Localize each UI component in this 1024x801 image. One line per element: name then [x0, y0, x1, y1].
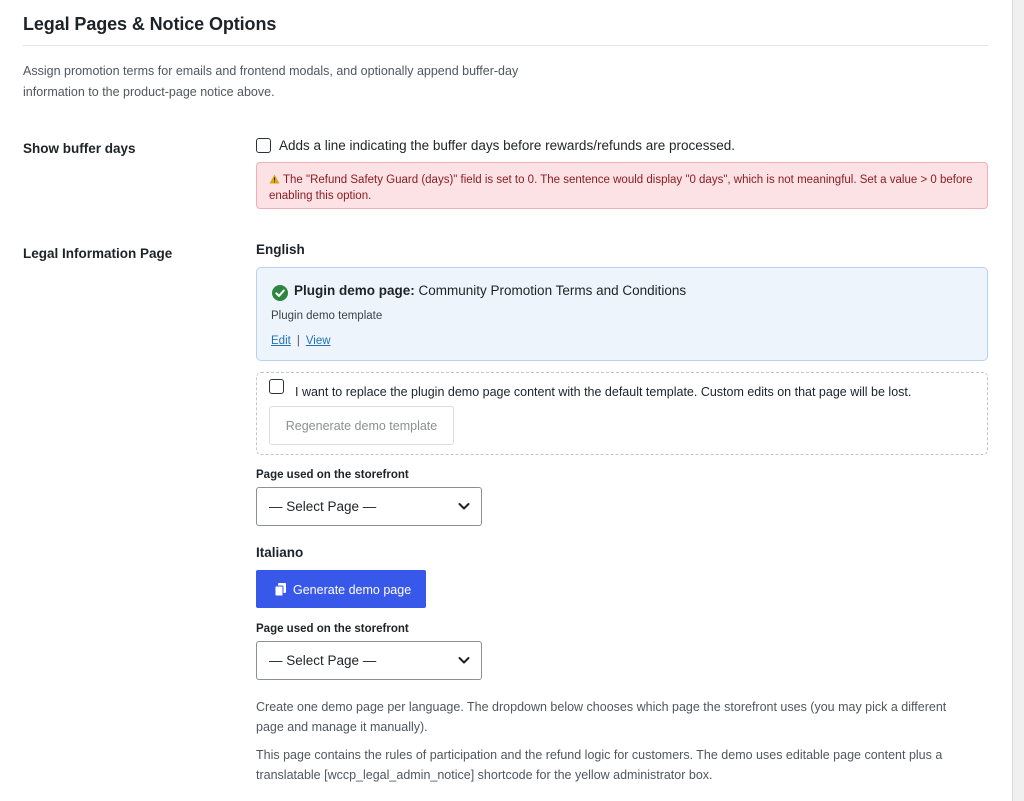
- replace-content-text: I want to replace the plugin demo page c…: [295, 385, 912, 399]
- italiano-heading: Italiano: [256, 545, 304, 560]
- legal-page-label: Legal Information Page: [23, 246, 173, 261]
- buffer-days-checkbox[interactable]: [256, 138, 271, 153]
- section-title: Legal Pages & Notice Options: [23, 14, 277, 34]
- italiano-select-value: — Select Page —: [269, 653, 377, 668]
- warning-icon: [269, 174, 280, 184]
- check-circle-icon: [272, 285, 288, 301]
- demo-page-title: Plugin demo page: Community Promotion Te…: [294, 283, 686, 298]
- buffer-days-label: Show buffer days: [23, 141, 136, 156]
- chevron-down-icon: [458, 503, 470, 510]
- buffer-days-checkbox-text: Adds a line indicating the buffer days b…: [279, 138, 736, 153]
- title-divider: [23, 45, 988, 46]
- legal-description-2: This page contains the rules of particip…: [256, 748, 943, 782]
- chevron-down-icon: [458, 657, 470, 664]
- demo-page-name: Community Promotion Terms and Conditions: [418, 283, 687, 298]
- demo-template-label: Plugin demo template: [271, 310, 383, 322]
- replace-content-checkbox[interactable]: [269, 379, 284, 394]
- section-intro: Assign promotion terms for emails and fr…: [23, 64, 519, 99]
- english-storefront-label: Page used on the storefront: [256, 469, 409, 481]
- generate-demo-page-button[interactable]: Generate demo page: [256, 570, 426, 608]
- view-link[interactable]: View: [306, 335, 331, 347]
- generate-button-label: Generate demo page: [293, 583, 412, 597]
- regenerate-template-box: I want to replace the plugin demo page c…: [256, 372, 988, 455]
- link-separator: |: [296, 335, 300, 347]
- demo-page-actions: Edit | View: [271, 335, 331, 347]
- regenerate-template-button[interactable]: Regenerate demo template: [269, 406, 454, 445]
- edit-link[interactable]: Edit: [271, 335, 291, 347]
- demo-page-label: Plugin demo page:: [294, 283, 415, 298]
- error-message: The "Refund Safety Guard (days)" field i…: [269, 174, 973, 202]
- legal-description-1: Create one demo page per language. The d…: [256, 700, 947, 734]
- copy-icon: [275, 583, 286, 596]
- demo-page-info-box: Plugin demo page: Community Promotion Te…: [256, 267, 988, 361]
- settings-panel: Legal Pages & Notice Options Assign prom…: [0, 0, 1013, 801]
- english-page-select[interactable]: — Select Page —: [256, 487, 482, 526]
- english-select-value: — Select Page —: [269, 499, 377, 514]
- english-heading: English: [256, 242, 305, 257]
- italiano-page-select[interactable]: — Select Page —: [256, 641, 482, 680]
- italiano-storefront-label: Page used on the storefront: [256, 623, 409, 635]
- buffer-days-error-notice: The "Refund Safety Guard (days)" field i…: [256, 162, 988, 209]
